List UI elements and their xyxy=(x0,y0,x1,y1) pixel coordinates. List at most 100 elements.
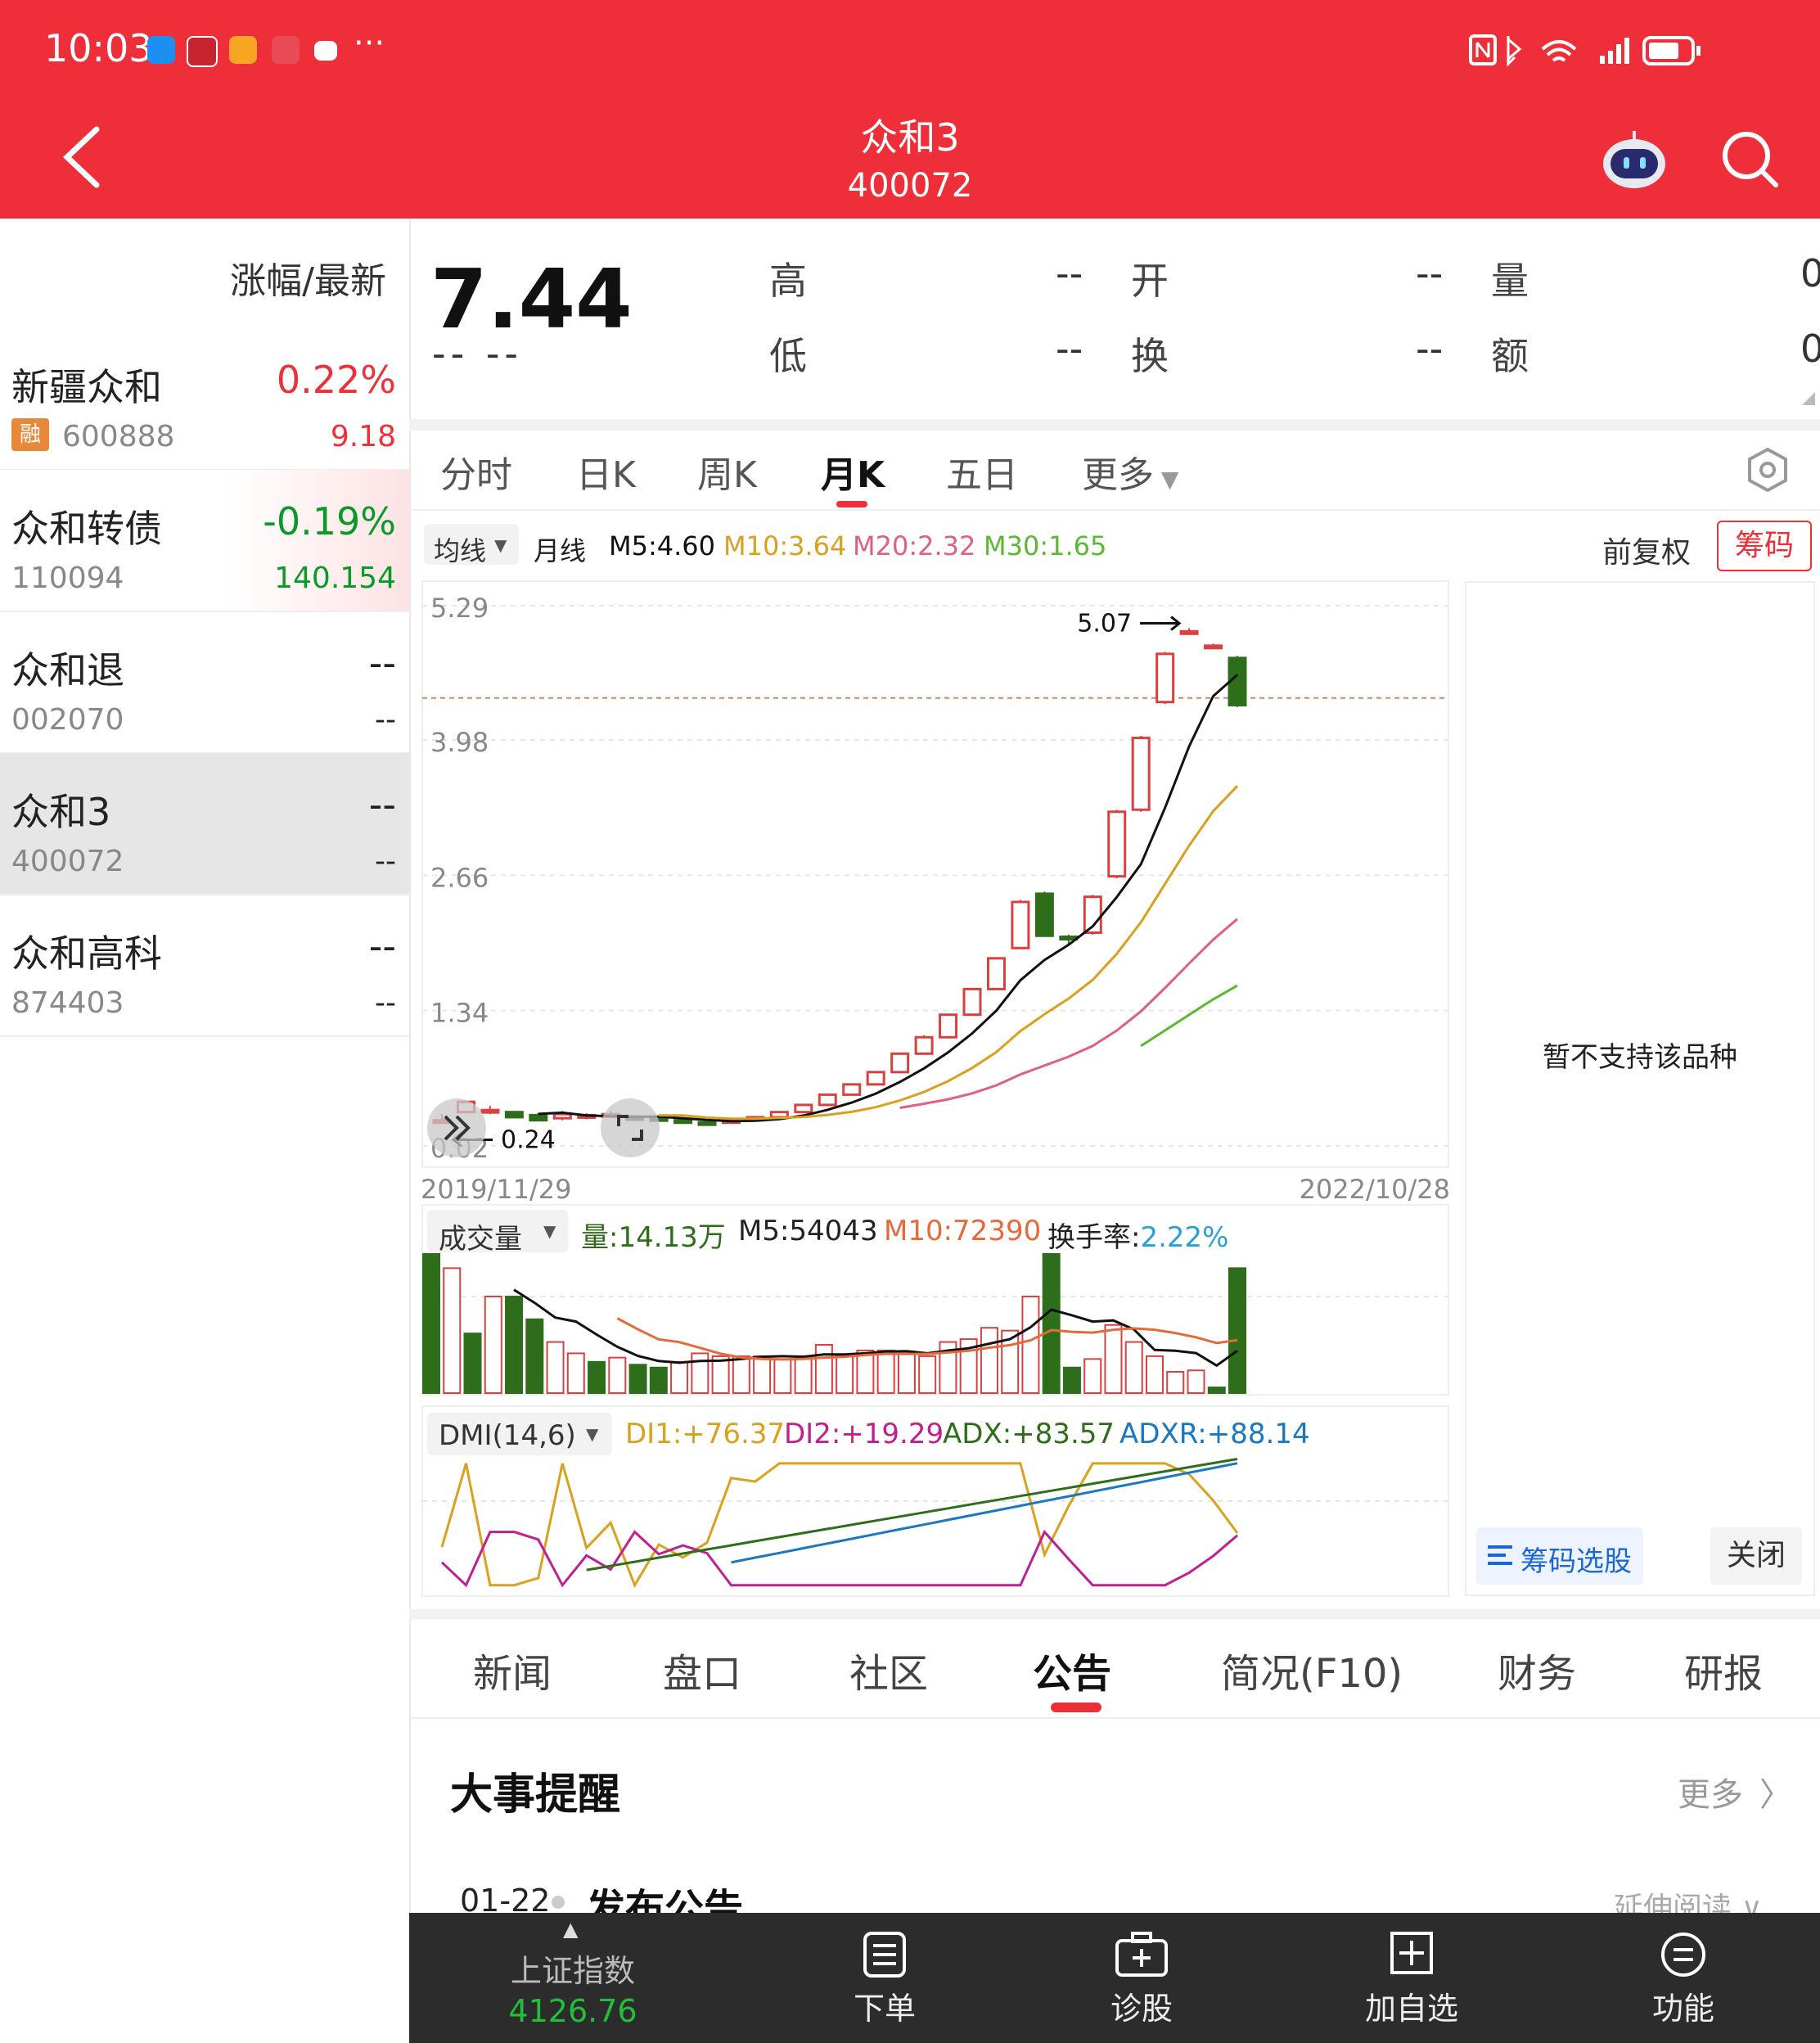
candle-body xyxy=(794,1103,813,1114)
candle-body xyxy=(914,1035,934,1055)
y-tick-label: 1.34 xyxy=(430,998,489,1029)
volume-bar xyxy=(897,1352,916,1395)
candle-body xyxy=(529,1113,548,1122)
dmi-di2: DI2:+19.29 xyxy=(784,1418,944,1450)
volume-bar xyxy=(1166,1370,1185,1395)
volume-m10: M10:72390 xyxy=(884,1215,1042,1247)
double-chevron-right-icon xyxy=(444,1115,471,1141)
volume-bar xyxy=(1145,1355,1164,1394)
volume-bar xyxy=(649,1366,668,1395)
tab-f10[interactable]: 简况(F10) xyxy=(1221,1641,1403,1698)
volume-bar xyxy=(691,1352,710,1395)
volume-bar xyxy=(525,1318,544,1394)
fullscreen-button[interactable] xyxy=(601,1098,660,1157)
tab-finance[interactable]: 财务 xyxy=(1498,1641,1576,1698)
tab-news[interactable]: 新闻 xyxy=(473,1641,552,1698)
candle-body xyxy=(1034,892,1054,937)
turnover-rate: 换手率:2.22% xyxy=(1047,1215,1228,1255)
volume-bar xyxy=(670,1360,689,1395)
y-tick-label: 2.66 xyxy=(430,862,489,893)
low-label: 0.24 xyxy=(501,1125,556,1154)
price-panel-frame xyxy=(421,580,1449,1168)
volume-bar xyxy=(608,1356,627,1395)
volume-bar xyxy=(1228,1267,1246,1394)
candle-body xyxy=(1156,652,1175,704)
volume-bar xyxy=(1062,1366,1081,1395)
tab-order-book[interactable]: 盘口 xyxy=(663,1641,741,1698)
dmi-adxr: ADXR:+88.14 xyxy=(1119,1418,1310,1450)
index-name: 上证指数 xyxy=(510,1953,635,1989)
events-title: 大事提醒 xyxy=(450,1770,621,1820)
chevron-right-icon: 〉 xyxy=(1759,1776,1792,1814)
tab-research[interactable]: 研报 xyxy=(1684,1641,1763,1698)
candle-body xyxy=(552,1112,572,1120)
chip-distribution-panel: 暂不支持该品种 筹码选股 关闭 xyxy=(1465,581,1815,1596)
events-more[interactable]: 更多〉 xyxy=(1678,1768,1792,1815)
caret-down-icon: ▼ xyxy=(586,1424,599,1444)
candle-body xyxy=(962,987,982,1017)
chip-select-label: 筹码选股 xyxy=(1520,1545,1632,1578)
candle-body xyxy=(818,1093,837,1107)
index-value: 4126.76 xyxy=(508,1993,637,2029)
candle-body xyxy=(890,1052,910,1074)
ma10-line xyxy=(659,785,1239,1121)
fullscreen-icon xyxy=(617,1115,643,1141)
volume-dropdown[interactable]: 成交量 ▼ xyxy=(427,1210,568,1256)
volume-bar xyxy=(836,1355,854,1394)
order-button[interactable]: 下单 xyxy=(815,1913,954,2043)
add-watchlist-label: 加自选 xyxy=(1364,1991,1458,2027)
volume-m5: M5:54043 xyxy=(738,1215,878,1247)
volume-bar xyxy=(628,1364,647,1395)
candle-body xyxy=(1011,900,1030,949)
candle-body xyxy=(1228,656,1247,706)
indicator-dropdown[interactable]: DMI(14,6) ▼ xyxy=(427,1413,612,1455)
dmi-adx-line xyxy=(586,1458,1238,1572)
index-ticker[interactable]: ▲ 上证指数 4126.76 xyxy=(442,1913,704,2043)
candle-body xyxy=(697,1121,717,1126)
volume-bar xyxy=(422,1253,440,1394)
active-tab-indicator xyxy=(1051,1702,1101,1712)
tab-announcements[interactable]: 公告 xyxy=(1033,1641,1111,1698)
volume-bar xyxy=(463,1333,482,1394)
timeline-dot xyxy=(552,1896,565,1909)
candle-body xyxy=(986,957,1006,990)
volume-bar xyxy=(1124,1341,1143,1395)
candle-body xyxy=(1131,737,1151,811)
volume-bar xyxy=(1187,1369,1205,1394)
volume-bar xyxy=(484,1296,502,1394)
add-watchlist-button[interactable]: 加自选 xyxy=(1342,1913,1481,2043)
order-label: 下单 xyxy=(853,1991,916,2027)
volume-bar xyxy=(588,1360,606,1395)
x-start-date: 2019/11/29 xyxy=(421,1174,571,1205)
volume-bar xyxy=(794,1355,813,1394)
scroll-back-button[interactable] xyxy=(427,1098,486,1157)
high-label: 5.07 xyxy=(1077,610,1132,638)
close-panel-button[interactable]: 关闭 xyxy=(1710,1527,1802,1585)
chip-select-button[interactable]: 筹码选股 xyxy=(1476,1527,1643,1585)
volume-bar xyxy=(980,1327,998,1395)
info-tabs xyxy=(409,1619,1820,1719)
diagnose-button[interactable]: 诊股 xyxy=(1072,1913,1211,2043)
dmi-di1: DI1:+76.37 xyxy=(625,1418,786,1450)
diagnose-kit-icon xyxy=(1115,1932,1168,1977)
volume-bar xyxy=(773,1358,792,1394)
volume-bar xyxy=(876,1349,895,1395)
dmi-adx: ADX:+83.57 xyxy=(943,1418,1115,1450)
volume-bar xyxy=(505,1296,524,1394)
caret-down-icon: ▼ xyxy=(543,1221,556,1241)
events-more-label: 更多 xyxy=(1678,1776,1743,1814)
order-form-icon xyxy=(863,1932,906,1978)
volume-bar xyxy=(1042,1253,1061,1394)
function-button[interactable]: 功能 xyxy=(1614,1913,1753,2043)
bottom-nav: ▲ 上证指数 4126.76 下单 诊股 加自选 功能 xyxy=(409,1913,1820,2043)
candle-body xyxy=(1107,810,1127,878)
add-square-icon xyxy=(1390,1932,1433,1974)
y-tick-label: 5.29 xyxy=(430,593,489,624)
candle-body xyxy=(939,1013,958,1039)
divider xyxy=(409,1609,1820,1619)
tab-community[interactable]: 社区 xyxy=(849,1641,928,1698)
candle-body xyxy=(842,1083,862,1096)
volume-bar xyxy=(753,1355,772,1394)
ma30-line xyxy=(1140,984,1238,1048)
volume-bar xyxy=(918,1355,937,1394)
